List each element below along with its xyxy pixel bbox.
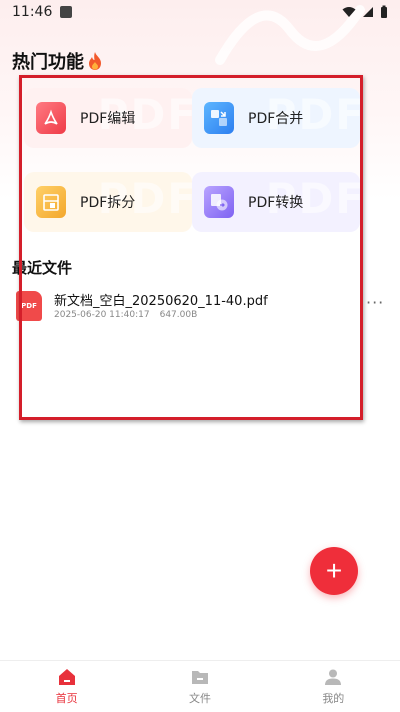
file-meta: 2025-06-20 11:40:17 647.00B [54, 310, 197, 320]
nav-item-profile[interactable]: 我的 [267, 661, 400, 712]
file-name: 新文档_空白_20250620_11-40.pdf [54, 294, 268, 309]
status-time: 11:46 [12, 4, 53, 20]
file-size: 647.00B [159, 310, 198, 320]
tile-label: PDF拆分 [80, 195, 136, 211]
status-bar: 11:46 [0, 0, 400, 24]
wifi-icon [342, 7, 356, 17]
hot-features-title: 热门功能 [12, 48, 104, 74]
tile-pdf-split[interactable]: PDF PDF拆分 [24, 172, 192, 232]
pdf-split-icon [36, 186, 66, 218]
file-datetime: 2025-06-20 11:40:17 [54, 310, 150, 320]
status-icons [342, 5, 388, 19]
user-icon [325, 669, 342, 685]
battery-icon [381, 5, 387, 18]
pdf-merge-icon [204, 102, 234, 134]
tile-label: PDF转换 [248, 195, 304, 211]
pdf-file-icon: PDF [16, 291, 42, 321]
nav-item-home[interactable]: 首页 [0, 661, 133, 712]
tile-pdf-merge[interactable]: PDF PDF合并 [192, 88, 360, 148]
hot-features-title-text: 热门功能 [12, 52, 84, 73]
nav-label: 首页 [55, 692, 78, 705]
tile-pdf-edit[interactable]: PDF PDF编辑 [24, 88, 192, 148]
signal-icon [363, 7, 373, 17]
recent-files-title: 最近文件 [12, 259, 73, 277]
list-item[interactable]: PDF 新文档_空白_20250620_11-40.pdf 2025-06-20… [0, 285, 400, 331]
hot-features-grid: PDF PDF编辑 PDF PDF合并 PDF PDF拆分 PDF PDF转换 [24, 88, 360, 232]
nav-label: 文件 [188, 692, 211, 705]
folder-icon [191, 671, 208, 684]
more-options-icon[interactable]: ··· [366, 293, 384, 312]
nav-item-files[interactable]: 文件 [133, 661, 266, 712]
tile-pdf-convert[interactable]: PDF PDF转换 [192, 172, 360, 232]
add-button[interactable]: + [310, 547, 358, 595]
bottom-nav: 首页 文件 我的 [0, 660, 400, 712]
pdf-edit-icon [36, 102, 66, 134]
flame-icon [89, 52, 101, 70]
tile-label: PDF编辑 [80, 111, 136, 127]
notification-icon [60, 6, 73, 18]
nav-label: 我的 [322, 692, 345, 705]
tile-label: PDF合并 [248, 111, 304, 127]
home-icon [58, 669, 75, 685]
pdf-convert-icon [204, 186, 234, 218]
